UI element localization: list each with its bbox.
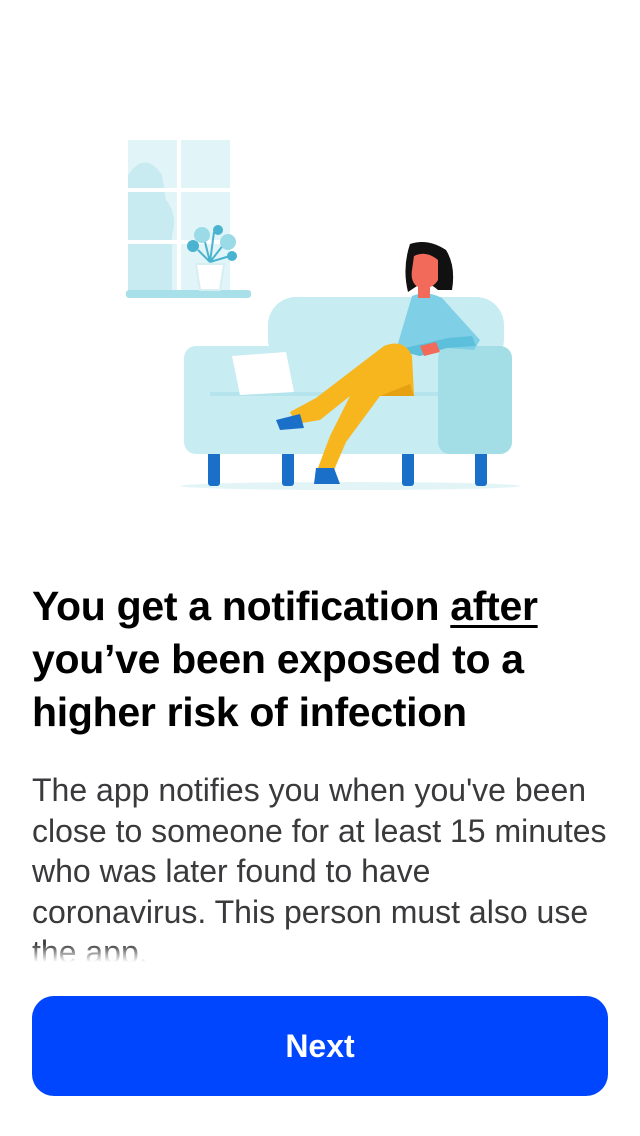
description-scroll-area[interactable]: The app notifies you when you've been cl…	[32, 770, 612, 962]
page-title: You get a notification after you’ve been…	[32, 580, 608, 739]
scroll-fade	[32, 944, 612, 962]
description-text: The app notifies you when you've been cl…	[32, 772, 607, 962]
title-emphasis: after	[450, 583, 538, 629]
next-button[interactable]: Next	[32, 996, 608, 1096]
woman-on-sofa-illustration	[126, 140, 520, 490]
window-graphic	[126, 140, 251, 298]
title-text-end: you’ve been exposed to a higher risk of …	[32, 636, 524, 735]
title-text-start: You get a notification	[32, 583, 451, 629]
